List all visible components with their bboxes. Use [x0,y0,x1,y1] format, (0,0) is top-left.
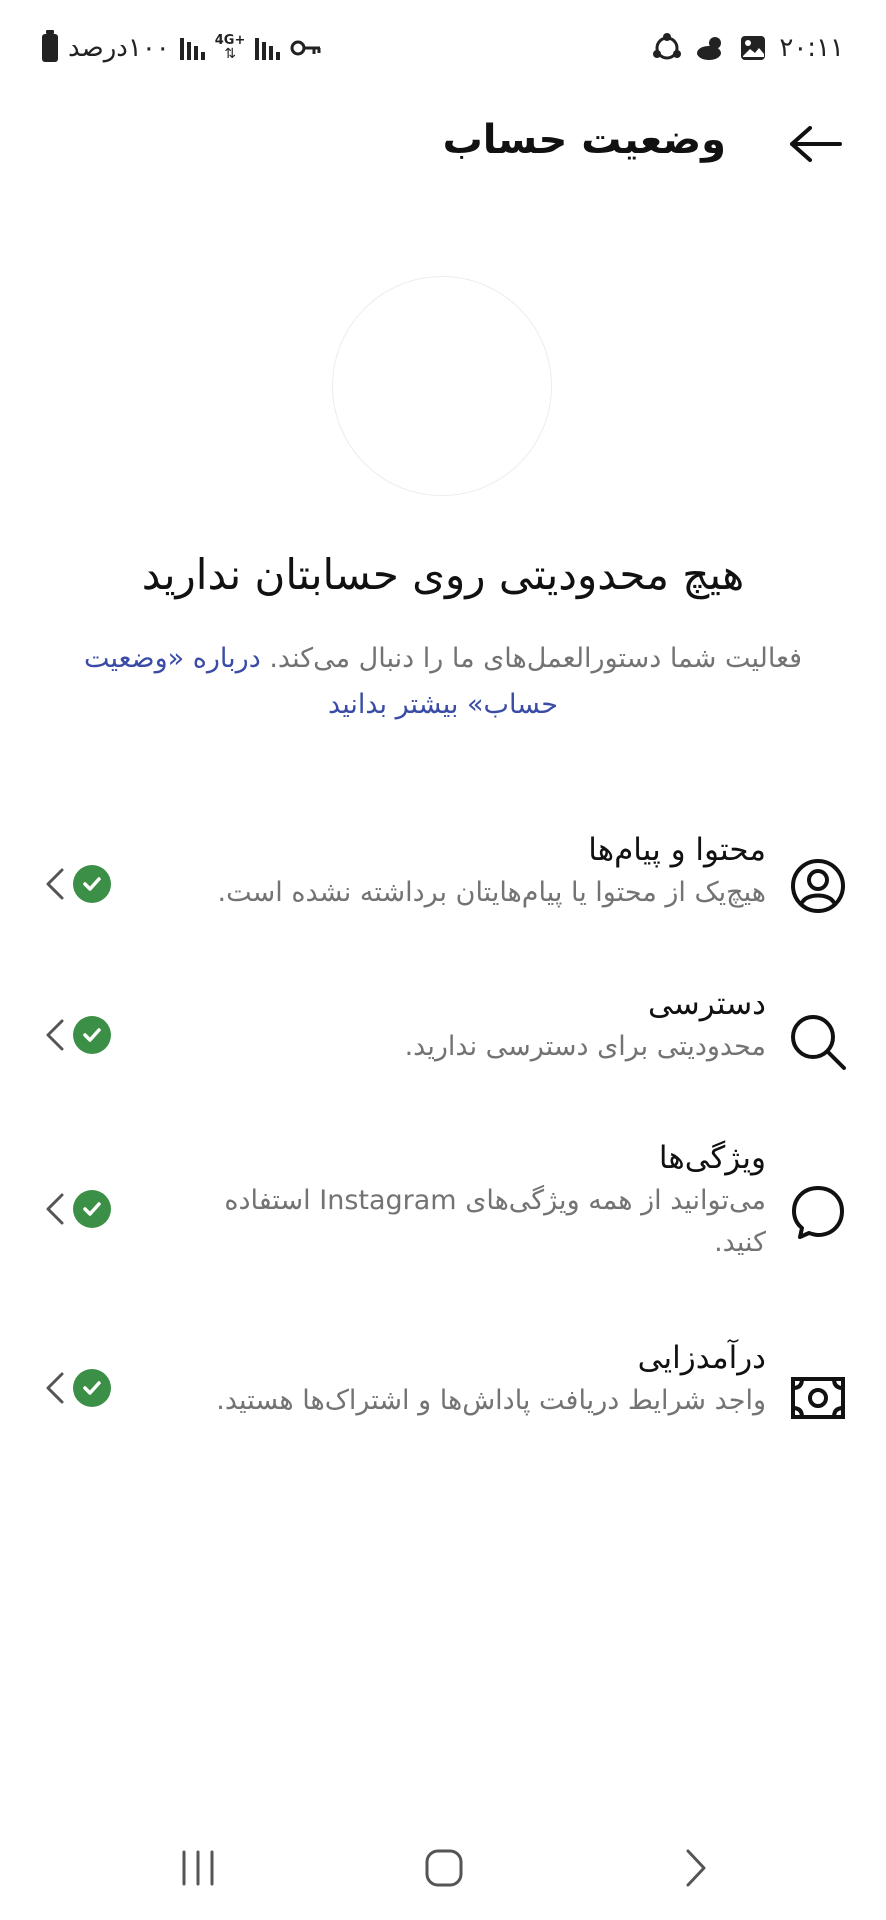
nav-back-button[interactable] [666,1838,726,1898]
page-title: وضعیت حساب [442,117,726,163]
back-icon [686,1849,706,1887]
chevron-left-icon [46,1372,64,1404]
chevron-left-icon [46,1019,64,1051]
status-headline: هیچ محدودیتی روی حسابتان ندارید [141,550,745,599]
status-item-text: درآمدزایی واجد شرایط دریافت پاداش‌ها و ا… [206,1336,766,1422]
status-item-text: ویژگی‌ها می‌توانید از همه ویژگی‌های Inst… [206,1136,766,1264]
status-item-title: درآمدزایی [637,1340,766,1376]
back-button[interactable] [786,114,846,174]
description-text: فعالیت شما دستورالعمل‌های ما را دنبال می… [269,643,802,674]
person-circle-icon [786,854,850,918]
status-bar-left: ۱۰۰درصد 4G+ ⇅ [42,30,322,66]
status-bar: ۱۰۰درصد 4G+ ⇅ ۲۰:۱۱ [0,0,886,96]
arrow-right-icon [790,126,842,162]
gallery-icon [739,34,767,62]
status-item-monetization[interactable]: درآمدزایی واجد شرایط دریافت پاداش‌ها و ا… [0,1336,886,1448]
weather-icon [695,34,727,62]
account-status-screen: ۱۰۰درصد 4G+ ⇅ ۲۰:۱۱ وضعیت حساب هیچ محدود… [0,0,886,1920]
status-item-description: محدودیتی برای دسترسی ندارید. [404,1031,766,1062]
status-item-title: دسترسی [647,986,766,1022]
status-item-title: ویژگی‌ها [658,1140,766,1176]
status-item-content-messages[interactable]: محتوا و پیام‌ها هیچ‌یک از محتوا یا پیام‌… [0,828,886,940]
message-bubble-icon [786,1180,850,1244]
status-item-text: محتوا و پیام‌ها هیچ‌یک از محتوا یا پیام‌… [206,828,766,914]
home-icon [425,1849,463,1887]
check-icon [73,1190,111,1228]
check-icon [73,1016,111,1054]
clock: ۲۰:۱۱ [779,33,844,63]
status-item-title: محتوا و پیام‌ها [588,832,766,868]
check-icon [73,1369,111,1407]
home-button[interactable] [414,1838,474,1898]
battery-icon [42,30,58,62]
account-status-illustration [332,276,552,496]
header: وضعیت حساب [0,96,886,192]
network-indicator: 4G+ ⇅ [215,34,246,62]
signal-icon [179,36,205,60]
chevron-left-icon [46,1193,64,1225]
sync-icon [651,32,683,64]
key-icon [290,39,322,57]
money-icon [786,1366,850,1430]
battery-text: ۱۰۰درصد [68,33,170,63]
recent-apps-icon [182,1850,214,1886]
chevron-left-icon [46,868,64,900]
status-item-description: هیچ‌یک از محتوا یا پیام‌هایتان برداشته ن… [217,877,766,908]
data-arrows-icon: ⇅ [224,46,236,62]
status-description: فعالیت شما دستورالعمل‌های ما را دنبال می… [76,636,810,728]
status-item-features[interactable]: ویژگی‌ها می‌توانید از همه ویژگی‌های Inst… [0,1136,886,1276]
system-nav-bar [0,1830,886,1904]
status-item-access[interactable]: دسترسی محدودیتی برای دسترسی ندارید. [0,982,886,1094]
signal-icon-2 [255,36,281,60]
check-icon [73,865,111,903]
search-icon [786,1010,850,1074]
status-bar-right: ۲۰:۱۱ [651,30,844,66]
status-item-text: دسترسی محدودیتی برای دسترسی ندارید. [206,982,766,1068]
status-item-description: می‌توانید از همه ویژگی‌های Instagram است… [224,1185,766,1258]
status-item-description: واجد شرایط دریافت پاداش‌ها و اشتراک‌ها ه… [216,1385,766,1416]
recent-apps-button[interactable] [168,1838,228,1898]
